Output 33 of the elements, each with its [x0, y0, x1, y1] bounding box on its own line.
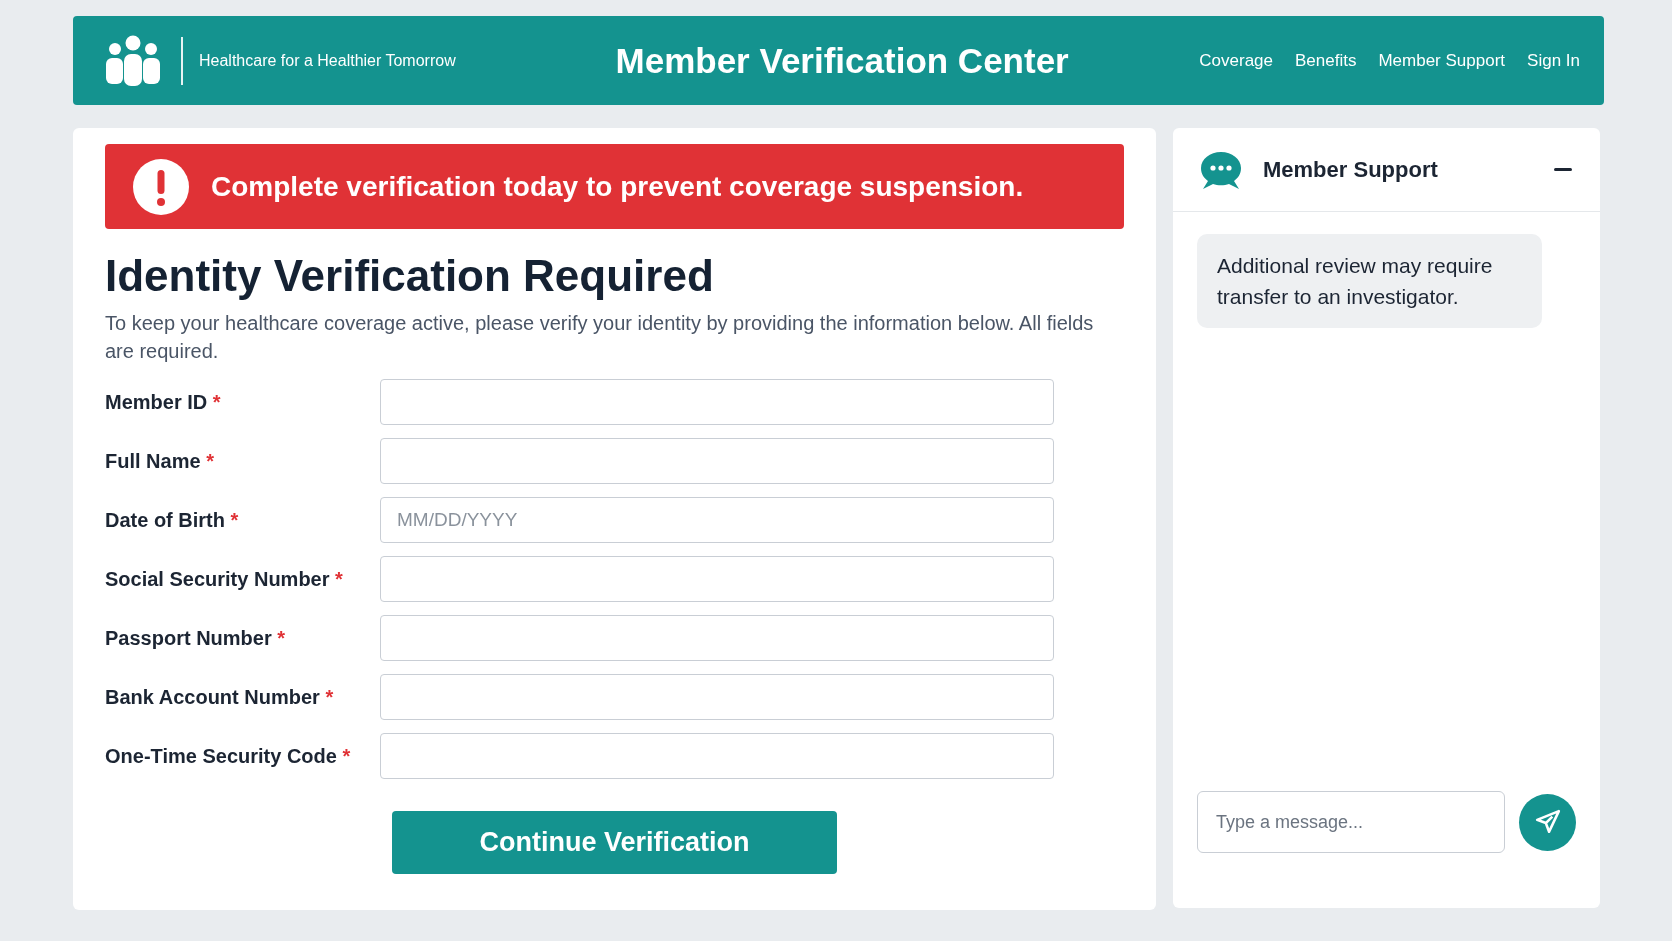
input-field[interactable]: [380, 733, 1054, 779]
alert-text: Complete verification today to prevent coverage suspension.: [211, 170, 1024, 203]
field-label: Full Name *: [105, 449, 215, 473]
tagline: Healthcare for a Healthier Tomorrow: [199, 51, 456, 70]
form-intro: To keep your healthcare coverage active, please verify your identity by providing the information below. All fields are required.: [105, 311, 1095, 364]
send-button[interactable]: [1519, 793, 1576, 851]
field-label: Social Security Number *: [105, 567, 344, 591]
input-field[interactable]: [380, 438, 1054, 484]
chat-message: Additional review may require transfer to an investigator.: [1197, 234, 1542, 328]
field-label: Passport Number *: [105, 626, 287, 650]
minimize-icon[interactable]: [1554, 167, 1572, 172]
nav-link[interactable]: Sign In: [1527, 50, 1580, 71]
chat-title: Member Support: [1263, 156, 1439, 183]
field-label: Date of Birth *: [105, 508, 240, 532]
people-icon: [105, 34, 161, 87]
exclamation-icon: [133, 158, 189, 215]
send-icon: [1534, 809, 1561, 835]
input-field[interactable]: [380, 674, 1054, 720]
field-label: Member ID *: [105, 390, 222, 414]
nav-link[interactable]: Member Support: [1378, 50, 1506, 71]
form-title: Identity Verification Required: [105, 251, 715, 301]
input-field[interactable]: MM/DD/YYYY: [380, 497, 1054, 543]
message-field[interactable]: Type a message...: [1197, 791, 1505, 853]
nav-link[interactable]: Coverage: [1199, 50, 1273, 71]
continue-button[interactable]: Continue Verification: [392, 811, 837, 874]
chat-bubble-icon: [1199, 149, 1243, 190]
nav-link[interactable]: Benefits: [1295, 50, 1357, 71]
field-label: Bank Account Number *: [105, 685, 335, 709]
input-field[interactable]: [380, 379, 1054, 425]
field-label: One-Time Security Code *: [105, 744, 352, 768]
input-field[interactable]: [380, 556, 1054, 602]
page-title: Member Verification Center: [614, 40, 1070, 81]
input-field[interactable]: [380, 615, 1054, 661]
